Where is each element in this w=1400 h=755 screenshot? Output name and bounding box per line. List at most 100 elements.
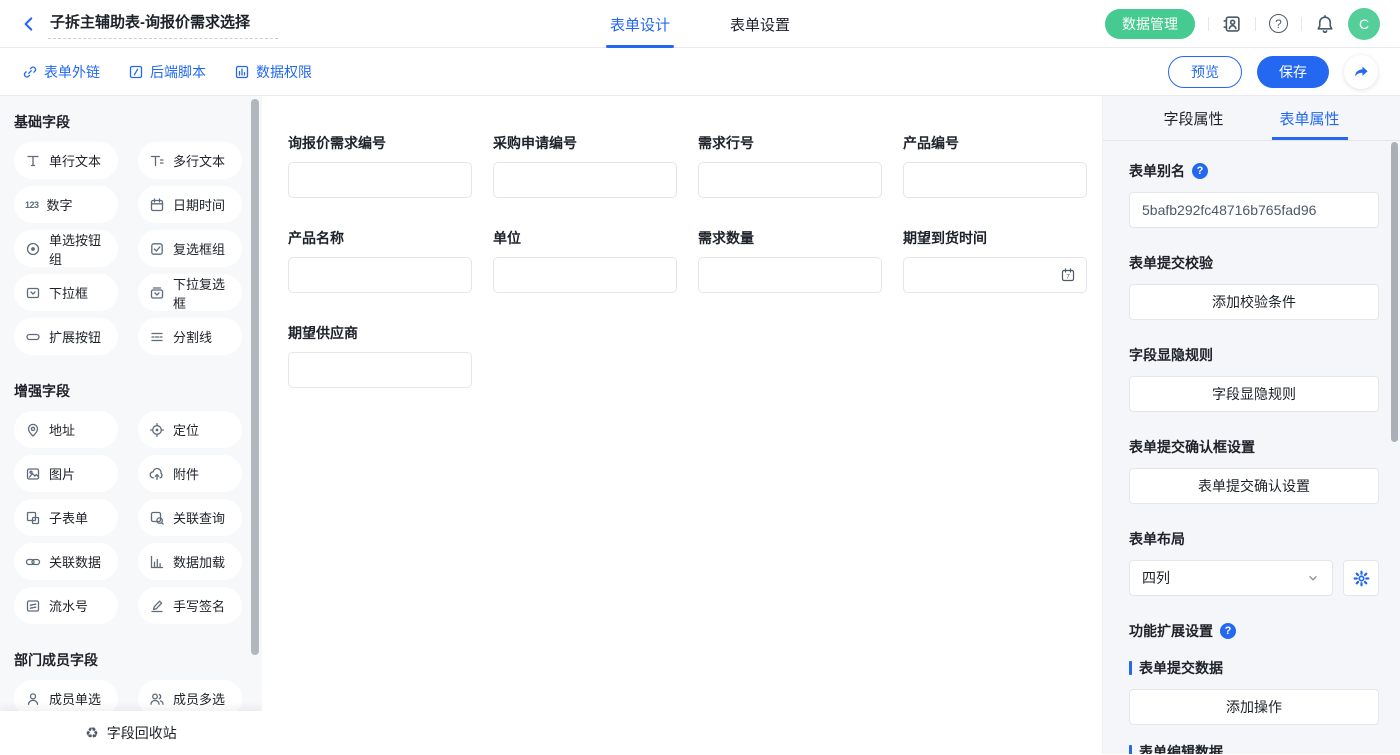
tab-form-design[interactable]: 表单设计 xyxy=(610,0,670,48)
member-multi-icon xyxy=(149,691,165,707)
address-book-icon[interactable] xyxy=(1222,14,1242,34)
help-badge-icon[interactable]: ? xyxy=(1220,623,1236,639)
canvas-field-expected-supplier[interactable]: 期望供应商 xyxy=(288,323,472,388)
field-recycle-bin[interactable]: ♻ 字段回收站 xyxy=(0,711,262,754)
checkbox-group-icon xyxy=(149,241,165,257)
section-title-member-fields: 部门成员字段 xyxy=(14,650,242,670)
field-palette-sidebar: 基础字段 单行文本 多行文本 123 数字 日期时间 xyxy=(0,96,262,754)
field-type-related-data[interactable]: 关联数据 xyxy=(14,543,118,580)
canvas-field-product-no[interactable]: 产品编号 xyxy=(903,133,1087,198)
share-button[interactable] xyxy=(1344,55,1378,89)
help-icon[interactable]: ? xyxy=(1269,14,1288,33)
field-input[interactable] xyxy=(903,162,1087,198)
tab-form-properties[interactable]: 表单属性 xyxy=(1280,96,1340,140)
multi-select-icon xyxy=(149,285,165,301)
field-type-multi-select[interactable]: 下拉复选框 xyxy=(138,274,242,311)
field-type-select[interactable]: 下拉框 xyxy=(14,274,118,311)
canvas-field-demand-line-no[interactable]: 需求行号 xyxy=(698,133,882,198)
form-alias-label: 表单别名 ? xyxy=(1129,161,1379,181)
form-toolbar: 表单外链 后端脚本 数据权限 预览 保存 xyxy=(0,48,1400,96)
data-permission-link[interactable]: 数据权限 xyxy=(234,62,312,82)
canvas-field-product-name[interactable]: 产品名称 xyxy=(288,228,472,293)
number-icon: 123 xyxy=(25,200,39,210)
form-title[interactable]: 子拆主辅助表-询报价需求选择 xyxy=(48,8,278,39)
field-type-extend-button[interactable]: 扩展按钮 xyxy=(14,318,118,355)
tab-form-settings[interactable]: 表单设置 xyxy=(730,0,790,48)
field-type-radio-group[interactable]: 单选按钮组 xyxy=(14,230,118,267)
field-type-multi-line-text[interactable]: 多行文本 xyxy=(138,142,242,179)
field-input[interactable] xyxy=(493,257,677,293)
field-type-locate[interactable]: 定位 xyxy=(138,411,242,448)
preview-button[interactable]: 预览 xyxy=(1168,56,1242,88)
field-type-serial-number[interactable]: 流水号 xyxy=(14,587,118,624)
canvas-field-unit[interactable]: 单位 xyxy=(493,228,677,293)
canvas-field-expected-arrival[interactable]: 期望到货时间 7 xyxy=(903,228,1087,293)
divider-icon xyxy=(149,329,165,345)
single-line-text-icon xyxy=(25,153,41,169)
back-button[interactable] xyxy=(20,15,38,33)
field-type-signature[interactable]: 手写签名 xyxy=(138,587,242,624)
sidebar-scrollbar[interactable] xyxy=(251,99,259,655)
backend-script-link[interactable]: 后端脚本 xyxy=(128,62,206,82)
chevron-left-icon xyxy=(20,15,38,33)
attachment-icon xyxy=(149,466,165,482)
related-data-icon xyxy=(25,554,41,570)
field-type-data-load[interactable]: 数据加载 xyxy=(138,543,242,580)
top-bar: 子拆主辅助表-询报价需求选择 表单设计 表单设置 数据管理 ? C xyxy=(0,0,1400,48)
panel-scrollbar[interactable] xyxy=(1391,142,1398,442)
field-input[interactable] xyxy=(288,352,472,388)
confirm-box-button[interactable]: 表单提交确认设置 xyxy=(1129,468,1379,504)
extend-button-icon xyxy=(25,329,41,345)
field-type-attachment[interactable]: 附件 xyxy=(138,455,242,492)
field-input-date[interactable]: 7 xyxy=(903,257,1087,293)
field-input[interactable] xyxy=(698,162,882,198)
field-type-image[interactable]: 图片 xyxy=(14,455,118,492)
divider xyxy=(1255,17,1256,31)
subform-icon xyxy=(25,510,41,526)
user-avatar[interactable]: C xyxy=(1348,8,1380,40)
field-type-divider[interactable]: 分割线 xyxy=(138,318,242,355)
submit-data-label: 表单提交数据 xyxy=(1129,658,1379,678)
notification-bell-icon[interactable] xyxy=(1315,14,1335,34)
field-input[interactable] xyxy=(493,162,677,198)
submit-data-add-button[interactable]: 添加操作 xyxy=(1129,689,1379,725)
layout-settings-button[interactable] xyxy=(1343,560,1379,596)
field-type-single-line-text[interactable]: 单行文本 xyxy=(14,142,118,179)
datetime-icon xyxy=(149,197,165,213)
field-input[interactable] xyxy=(698,257,882,293)
design-tabs: 表单设计 表单设置 xyxy=(610,0,790,48)
field-type-related-query[interactable]: 关联查询 xyxy=(138,499,242,536)
section-title-enhanced-fields: 增强字段 xyxy=(14,381,242,401)
tab-field-properties[interactable]: 字段属性 xyxy=(1163,96,1223,140)
visibility-rules-label: 字段显隐规则 xyxy=(1129,345,1379,365)
field-input[interactable] xyxy=(288,162,472,198)
related-query-icon xyxy=(149,510,165,526)
help-badge-icon[interactable]: ? xyxy=(1192,163,1208,179)
confirm-box-label: 表单提交确认框设置 xyxy=(1129,437,1379,457)
divider xyxy=(1208,17,1209,31)
submit-validation-label: 表单提交校验 xyxy=(1129,253,1379,273)
canvas-field-inquiry-no[interactable]: 询报价需求编号 xyxy=(288,133,472,198)
visibility-rules-button[interactable]: 字段显隐规则 xyxy=(1129,376,1379,412)
canvas-field-demand-qty[interactable]: 需求数量 xyxy=(698,228,882,293)
field-input[interactable] xyxy=(288,257,472,293)
serial-number-icon xyxy=(25,598,41,614)
field-type-subform[interactable]: 子表单 xyxy=(14,499,118,536)
form-layout-label: 表单布局 xyxy=(1129,529,1379,549)
form-external-link[interactable]: 表单外链 xyxy=(22,62,100,82)
data-manage-button[interactable]: 数据管理 xyxy=(1105,9,1195,39)
field-type-checkbox-group[interactable]: 复选框组 xyxy=(138,230,242,267)
edit-data-label: 表单编辑数据 xyxy=(1129,742,1379,754)
field-type-number[interactable]: 123 数字 xyxy=(14,186,118,223)
canvas-field-purchase-request-no[interactable]: 采购申请编号 xyxy=(493,133,677,198)
extension-settings-label: 功能扩展设置 ? xyxy=(1129,621,1379,641)
layout-select[interactable]: 四列 xyxy=(1129,560,1333,596)
save-button[interactable]: 保存 xyxy=(1257,56,1329,88)
form-alias-input[interactable] xyxy=(1129,192,1379,228)
address-icon xyxy=(25,422,41,438)
radio-group-icon xyxy=(25,241,41,257)
field-type-address[interactable]: 地址 xyxy=(14,411,118,448)
chevron-down-icon xyxy=(1306,571,1320,585)
field-type-datetime[interactable]: 日期时间 xyxy=(138,186,242,223)
add-validation-button[interactable]: 添加校验条件 xyxy=(1129,284,1379,320)
